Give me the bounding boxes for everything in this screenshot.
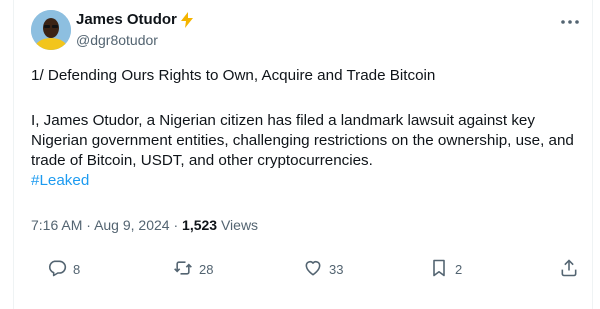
like-icon xyxy=(303,258,323,281)
author-handle[interactable]: @dgr8otudor xyxy=(76,32,158,48)
post-meta: 7:16 AM · Aug 9, 2024 · 1,523 Views xyxy=(31,217,258,233)
hashtag-link[interactable]: #Leaked xyxy=(31,172,89,189)
author-name[interactable]: James Otudor xyxy=(76,11,177,28)
lightning-icon xyxy=(180,11,194,28)
tweet-card: James Otudor @dgr8otudor 1/ Defending Ou… xyxy=(13,0,593,309)
reply-button[interactable]: 8 xyxy=(47,258,80,281)
reply-icon xyxy=(47,258,67,281)
reply-count: 8 xyxy=(73,262,81,277)
author-name-row[interactable]: James Otudor xyxy=(76,11,194,28)
like-button[interactable]: 33 xyxy=(303,258,343,281)
bookmark-button[interactable]: 2 xyxy=(429,258,462,281)
share-button[interactable] xyxy=(559,258,579,281)
post-time[interactable]: 7:16 AM xyxy=(31,217,82,233)
share-icon xyxy=(559,258,579,281)
post-body-text: I, James Otudor, a Nigerian citizen has … xyxy=(31,112,574,169)
repost-count: 28 xyxy=(199,262,214,277)
post-date[interactable]: Aug 9, 2024 xyxy=(94,217,170,233)
views-label[interactable]: Views xyxy=(221,217,258,233)
post-title-line: 1/ Defending Ours Rights to Own, Acquire… xyxy=(31,67,436,84)
post-body: I, James Otudor, a Nigerian citizen has … xyxy=(31,111,581,191)
bookmark-count: 2 xyxy=(455,262,463,277)
more-icon[interactable] xyxy=(558,14,582,30)
meta-separator: · xyxy=(86,217,91,233)
repost-button[interactable]: 28 xyxy=(173,258,213,281)
repost-icon xyxy=(173,258,193,281)
avatar[interactable] xyxy=(31,10,71,50)
meta-separator: · xyxy=(173,217,179,233)
views-count[interactable]: 1,523 xyxy=(182,217,217,233)
action-bar: 8 28 33 2 xyxy=(31,258,583,286)
bookmark-icon xyxy=(429,258,449,281)
like-count: 33 xyxy=(329,262,344,277)
